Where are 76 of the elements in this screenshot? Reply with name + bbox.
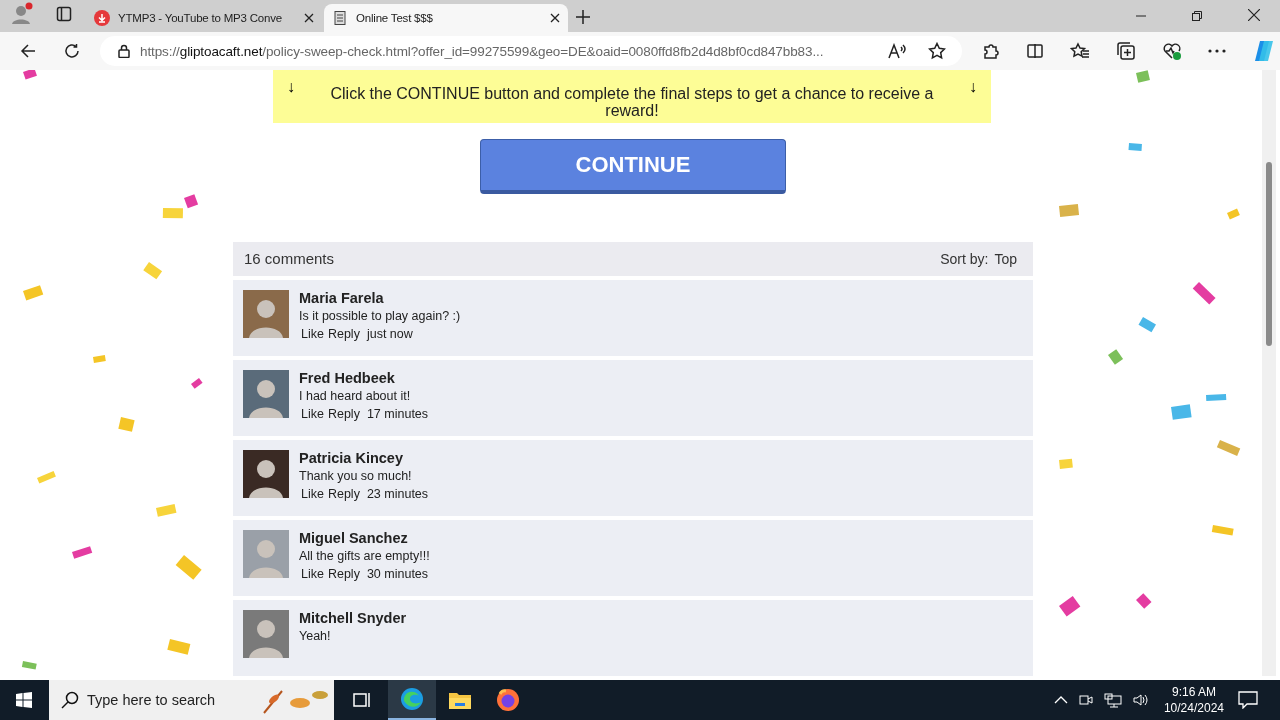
close-icon[interactable]	[550, 13, 560, 23]
sort-label: Sort by:	[940, 250, 989, 267]
folder-icon	[448, 690, 472, 710]
avatar-icon	[243, 370, 289, 418]
comment-time: 30 minutes	[366, 567, 429, 581]
reply-link[interactable]: Reply	[327, 487, 360, 501]
sort-dropdown[interactable]: Top	[994, 250, 1017, 267]
windows-start-icon[interactable]	[16, 692, 32, 708]
commenter-name: Miguel Sanchez	[299, 530, 409, 546]
arrow-text: ↓	[969, 78, 977, 96]
close-icon[interactable]	[304, 13, 314, 23]
commenter-name: Fred Hedbeek	[299, 370, 396, 386]
like-link[interactable]: Like	[301, 487, 324, 501]
commenter-name: Patricia Kincey	[299, 450, 404, 466]
search-icon	[61, 691, 79, 709]
comment-time: just now	[366, 327, 413, 341]
split-screen-icon[interactable]	[1026, 42, 1044, 60]
profile-icon[interactable]	[10, 2, 34, 26]
network-icon[interactable]	[1103, 692, 1122, 708]
url-text: https://gliptoacaft.net/policy-sweep-check.html?offer_id=99275599&geo=DE&oaid=0080ffd8fb2d4d8bf0cd847bb83...	[140, 43, 825, 59]
lock-icon	[118, 44, 130, 58]
reply-link[interactable]: Reply	[327, 407, 360, 421]
avatar-icon	[243, 450, 289, 498]
taskbar-search-field[interactable]: Type here to search	[49, 680, 334, 720]
chevron-up-icon[interactable]	[1053, 696, 1068, 704]
search-placeholder: Type here to search	[87, 692, 217, 708]
notice-text: Click the CONTINUE button and complete the final steps to get a chance to receive a reward!	[329, 84, 935, 119]
comment-text: Thank you so much!	[299, 469, 413, 483]
collections-icon[interactable]	[1116, 41, 1136, 61]
avatar-icon	[243, 290, 289, 338]
volume-icon[interactable]	[1131, 692, 1150, 708]
read-aloud-icon[interactable]	[888, 43, 906, 59]
address-field[interactable]: https://gliptoacaft.net/policy-sweep-check.html?offer_id=99275599&geo=DE&oaid=0080ffd8fb2d4d8bf0cd847bb83...	[100, 36, 962, 66]
edge-browser-icon	[400, 687, 424, 711]
browser-tab[interactable]: Online Test $$$	[324, 4, 568, 32]
browser-tab[interactable]: YTMP3 - YouTube to MP3 Conve	[86, 4, 322, 32]
comment-text: All the gifts are empty!!!	[299, 549, 430, 563]
commenter-name: Mitchell Snyder	[299, 610, 407, 626]
scrollbar[interactable]	[1262, 70, 1276, 676]
clock-time[interactable]: 9:16 AM	[1163, 684, 1224, 700]
document-icon	[332, 10, 348, 26]
new-tab-icon[interactable]	[576, 10, 590, 24]
restore-icon[interactable]	[1192, 11, 1202, 21]
comment-count: 16 comments	[244, 250, 335, 268]
firefox-icon	[496, 688, 520, 712]
browser-essentials-icon[interactable]	[1162, 41, 1182, 61]
reply-link[interactable]: Reply	[327, 327, 360, 341]
arrow-text: ↓	[287, 78, 295, 96]
comment-time: 17 minutes	[366, 407, 429, 421]
favorites-icon[interactable]	[1070, 42, 1090, 60]
commenter-name: Maria Farela	[299, 290, 385, 306]
download-icon	[94, 10, 110, 26]
close-icon[interactable]	[1248, 9, 1260, 21]
like-link[interactable]: Like	[301, 327, 324, 341]
reply-link[interactable]: Reply	[327, 567, 360, 581]
tab-actions-icon[interactable]	[56, 6, 72, 22]
avatar-icon	[243, 610, 289, 658]
task-view-icon[interactable]	[352, 691, 372, 709]
comment-text: Yeah!	[299, 629, 332, 643]
meet-now-icon[interactable]	[1077, 692, 1094, 708]
comment-text: Is it possible to play again? :)	[299, 309, 461, 323]
favorite-star-icon[interactable]	[928, 42, 946, 60]
scrollbar-thumb[interactable]	[1266, 162, 1272, 346]
continue-button[interactable]: CONTINUE	[480, 139, 786, 194]
back-icon[interactable]	[20, 43, 36, 59]
clock-date[interactable]: 10/24/2024	[1163, 700, 1224, 716]
like-link[interactable]: Like	[301, 407, 324, 421]
more-icon[interactable]	[1208, 49, 1226, 53]
like-link[interactable]: Like	[301, 567, 324, 581]
comment-time: 23 minutes	[366, 487, 429, 501]
extensions-icon[interactable]	[982, 42, 1000, 60]
comment-text: I had heard about it!	[299, 389, 412, 403]
avatar-icon	[243, 530, 289, 578]
refresh-icon[interactable]	[64, 43, 80, 59]
edge-taskbar-button[interactable]	[388, 680, 436, 720]
notifications-icon[interactable]	[1238, 691, 1258, 709]
